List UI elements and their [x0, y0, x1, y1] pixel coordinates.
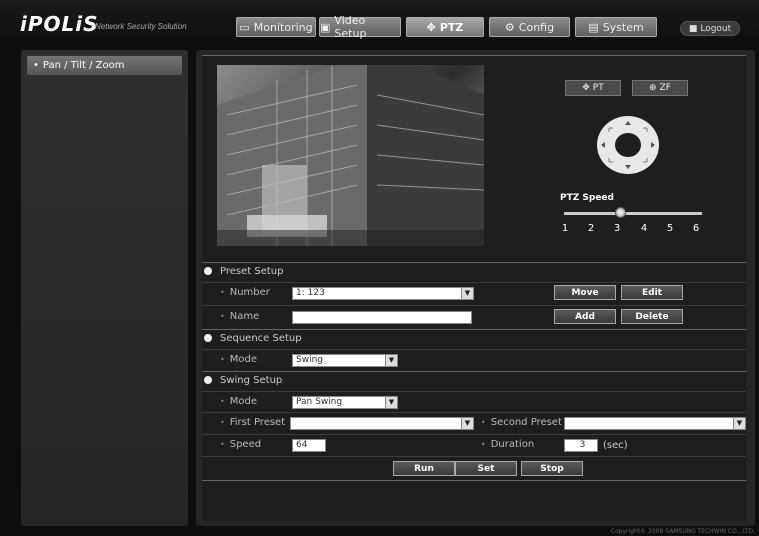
monitor-icon: ▭	[239, 20, 250, 34]
speed-tick: 1	[561, 223, 569, 234]
duration-unit: (sec)	[603, 440, 628, 451]
divider	[202, 262, 746, 263]
section-dot-icon	[204, 267, 212, 275]
divider	[202, 282, 746, 283]
warehouse-image	[217, 65, 484, 246]
nav-label: System	[602, 20, 644, 34]
ptz-speed-knob[interactable]	[615, 207, 626, 218]
divider	[202, 371, 746, 372]
preset-add-button[interactable]: Add	[554, 309, 616, 324]
swing-speed-label: Speed	[220, 439, 261, 450]
speed-tick: 2	[587, 223, 595, 234]
sequence-mode-select[interactable]: Swing ▼	[292, 354, 398, 367]
speed-tick: 6	[692, 223, 700, 234]
sidebar-item-ptz[interactable]: • Pan / Tilt / Zoom	[27, 56, 182, 75]
first-preset-label: First Preset	[220, 417, 285, 428]
ptz-arrows-icon: ✥	[426, 20, 436, 34]
preset-name-input[interactable]	[292, 311, 472, 324]
section-dot-icon	[204, 376, 212, 384]
chevron-down-icon: ▼	[461, 288, 473, 299]
system-icon: ▤	[588, 20, 599, 34]
ptz-panel: ✥ PT ⊕ ZF PTZ Speed 1 2 3 4 5 6 Preset S…	[202, 55, 746, 521]
speed-tick: 3	[613, 223, 621, 234]
ptz-direction-pad[interactable]	[596, 115, 660, 175]
chevron-down-icon: ▼	[733, 418, 745, 429]
preset-setup-title: Preset Setup	[204, 266, 283, 277]
main-area: ✥ PT ⊕ ZF PTZ Speed 1 2 3 4 5 6 Preset S…	[196, 50, 755, 526]
camera-icon: ▣	[320, 20, 331, 34]
nav-label: Config	[518, 20, 555, 34]
sidebar: • Pan / Tilt / Zoom	[21, 50, 188, 526]
swing-run-button[interactable]: Run	[393, 461, 455, 476]
divider	[202, 391, 746, 392]
nav-label: Video Setup	[334, 14, 367, 40]
second-preset-label: Second Preset	[481, 417, 562, 428]
sequence-mode-label: Mode	[220, 354, 257, 365]
copyright-text: Copyright© 2008 SAMSUNG TECHWIN CO., LTD…	[610, 528, 755, 535]
divider	[202, 349, 746, 350]
top-header: iPOLiS Network Security Solution ▭ Monit…	[0, 0, 759, 48]
first-preset-select[interactable]: ▼	[290, 417, 474, 430]
preset-name-label: Name	[220, 311, 260, 322]
divider	[202, 305, 746, 306]
app-logo: iPOLiS	[20, 12, 99, 36]
swing-stop-button[interactable]: Stop	[521, 461, 583, 476]
logo-subtitle: Network Security Solution	[95, 22, 187, 31]
chevron-down-icon: ▼	[385, 355, 397, 366]
preset-edit-button[interactable]: Edit	[621, 285, 683, 300]
speed-tick: 5	[666, 223, 674, 234]
duration-label: Duration	[481, 439, 534, 450]
ptz-speed-label: PTZ Speed	[560, 193, 614, 203]
swing-set-button[interactable]: Set	[455, 461, 517, 476]
bullet-icon: •	[33, 60, 39, 71]
nav-label: PTZ	[439, 20, 464, 34]
zf-mode-button[interactable]: ⊕ ZF	[632, 80, 688, 96]
divider	[202, 480, 746, 481]
sequence-setup-title: Sequence Setup	[204, 333, 302, 344]
nav-video-setup[interactable]: ▣ Video Setup	[319, 14, 401, 40]
nav-config[interactable]: ⚙ Config	[489, 17, 570, 37]
logout-icon: ■	[688, 23, 698, 34]
chevron-down-icon: ▼	[461, 418, 473, 429]
second-preset-select[interactable]: ▼	[564, 417, 746, 430]
divider	[202, 329, 746, 330]
divider	[202, 434, 746, 435]
speed-tick: 4	[640, 223, 648, 234]
preset-number-select[interactable]: 1: 123 ▼	[292, 287, 474, 300]
zf-label: ZF	[659, 83, 671, 93]
swing-mode-label: Mode	[220, 396, 257, 407]
pt-label: PT	[592, 83, 604, 93]
preset-delete-button[interactable]: Delete	[621, 309, 683, 324]
preset-number-value: 1: 123	[296, 288, 325, 298]
sidebar-item-label: Pan / Tilt / Zoom	[42, 60, 125, 71]
zoom-icon: ⊕	[649, 83, 657, 93]
nav-monitoring[interactable]: ▭ Monitoring	[236, 17, 316, 37]
ptz-speed-slider[interactable]	[564, 212, 702, 215]
logout-button[interactable]: ■ Logout	[680, 21, 740, 36]
ptz-arrows-icon: ✥	[582, 83, 590, 93]
preset-move-button[interactable]: Move	[554, 285, 616, 300]
chevron-down-icon: ▼	[385, 397, 397, 408]
swing-speed-input[interactable]: 64	[292, 439, 326, 452]
nav-ptz[interactable]: ✥ PTZ	[406, 17, 484, 37]
divider	[202, 412, 746, 413]
nav-label: Monitoring	[253, 20, 313, 34]
swing-setup-title: Swing Setup	[204, 375, 282, 386]
sequence-mode-value: Swing	[296, 355, 323, 365]
swing-mode-select[interactable]: Pan Swing ▼	[292, 396, 398, 409]
divider	[202, 456, 746, 457]
gear-icon: ⚙	[504, 20, 515, 34]
swing-mode-value: Pan Swing	[296, 397, 343, 407]
logout-label: Logout	[700, 23, 732, 34]
section-dot-icon	[204, 334, 212, 342]
pt-mode-button[interactable]: ✥ PT	[565, 80, 621, 96]
preset-number-label: Number	[220, 287, 270, 298]
duration-input[interactable]: 3	[564, 439, 598, 452]
camera-preview	[217, 65, 484, 246]
nav-system[interactable]: ▤ System	[575, 17, 657, 37]
